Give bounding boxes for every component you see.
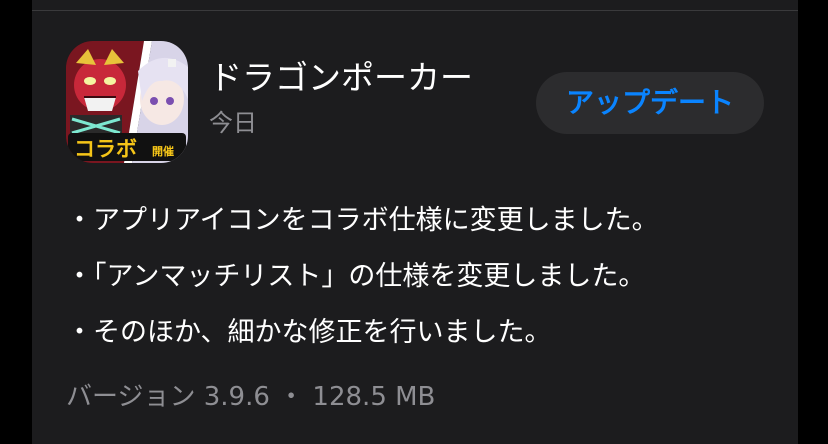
release-notes: ・アプリアイコンをコラボ仕様に変更しました。 ・「アンマッチリスト」の仕様を変更… (66, 205, 786, 373)
release-note-item: ・そのほか、細かな修正を行いました。 (66, 317, 552, 348)
update-button[interactable]: アップデート (536, 72, 764, 134)
release-note-item: ・「アンマッチリスト」の仕様を変更しました。 (66, 261, 646, 292)
version-info: バージョン 3.9.6 ・ 128.5 MB (66, 382, 436, 412)
divider (32, 10, 798, 11)
icon-badge-subtext: 開催 (152, 144, 174, 158)
app-name[interactable]: ドラゴンポーカー (209, 58, 473, 98)
update-date: 今日 (209, 109, 257, 137)
icon-badge-text: コラボ (74, 137, 137, 161)
app-icon[interactable]: コラボ 開催 (66, 41, 188, 163)
app-icon-artwork: コラボ 開催 (66, 41, 188, 163)
release-note-item: ・アプリアイコンをコラボ仕様に変更しました。 (66, 205, 659, 236)
